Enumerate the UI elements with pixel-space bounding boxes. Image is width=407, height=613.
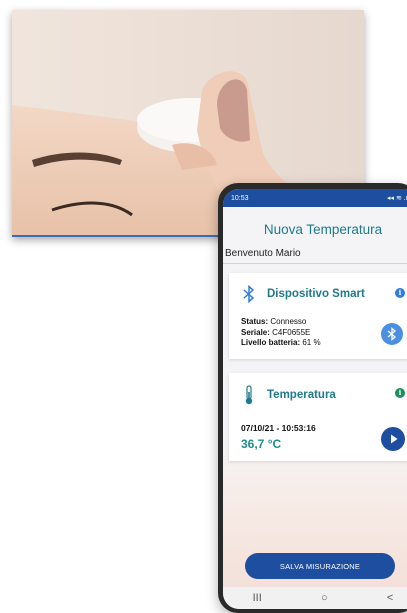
info-icon[interactable]: i [395, 388, 405, 398]
device-card: Dispositivo Smart i Status: Connesso Ser… [229, 273, 407, 359]
status-icons: ◂◂ ≋ .ıl ▮ [386, 195, 407, 202]
start-measurement-button[interactable] [381, 427, 405, 451]
play-icon [391, 434, 398, 444]
bluetooth-icon [387, 327, 397, 341]
measurement-datetime: 07/10/21 - 10:53:16 [241, 423, 316, 433]
temperature-value: 36,7 °C [241, 437, 282, 451]
serial-label: Seriale: [241, 327, 270, 337]
device-card-title: Dispositivo Smart [267, 288, 365, 300]
thermometer-icon [245, 385, 253, 405]
temperature-card: Temperatura i 07/10/21 - 10:53:16 36,7 °… [229, 373, 407, 461]
page-title: Nuova Temperatura [263, 222, 383, 237]
home-button[interactable]: ○ [321, 592, 328, 604]
recent-apps-button[interactable]: III [253, 592, 262, 604]
status-time: 10:53 [231, 194, 249, 202]
battery-value: 61 % [302, 338, 321, 347]
android-nav-bar: III ○ < [223, 587, 407, 609]
bluetooth-icon [243, 285, 255, 303]
back-button[interactable]: < [387, 592, 393, 604]
status-label: Status: [241, 317, 269, 326]
phone-mockup: 10:53 ◂◂ ≋ .ıl ▮ Nuova Temperatura Benve… [218, 183, 407, 613]
status-value: Connesso [270, 317, 307, 326]
app-screen: 10:53 ◂◂ ≋ .ıl ▮ Nuova Temperatura Benve… [223, 189, 407, 609]
status-bar: 10:53 ◂◂ ≋ .ıl ▮ [223, 189, 407, 207]
info-icon[interactable]: i [395, 288, 405, 298]
welcome-text: Benvenuto Mario [223, 248, 407, 264]
bluetooth-connect-button[interactable] [381, 323, 403, 345]
battery-label: Livello batteria: [241, 338, 301, 347]
serial-value: C4F0655E [272, 327, 311, 337]
temperature-card-title: Temperatura [267, 389, 336, 401]
save-measurement-button[interactable]: SALVA MISURAZIONE [245, 553, 395, 579]
